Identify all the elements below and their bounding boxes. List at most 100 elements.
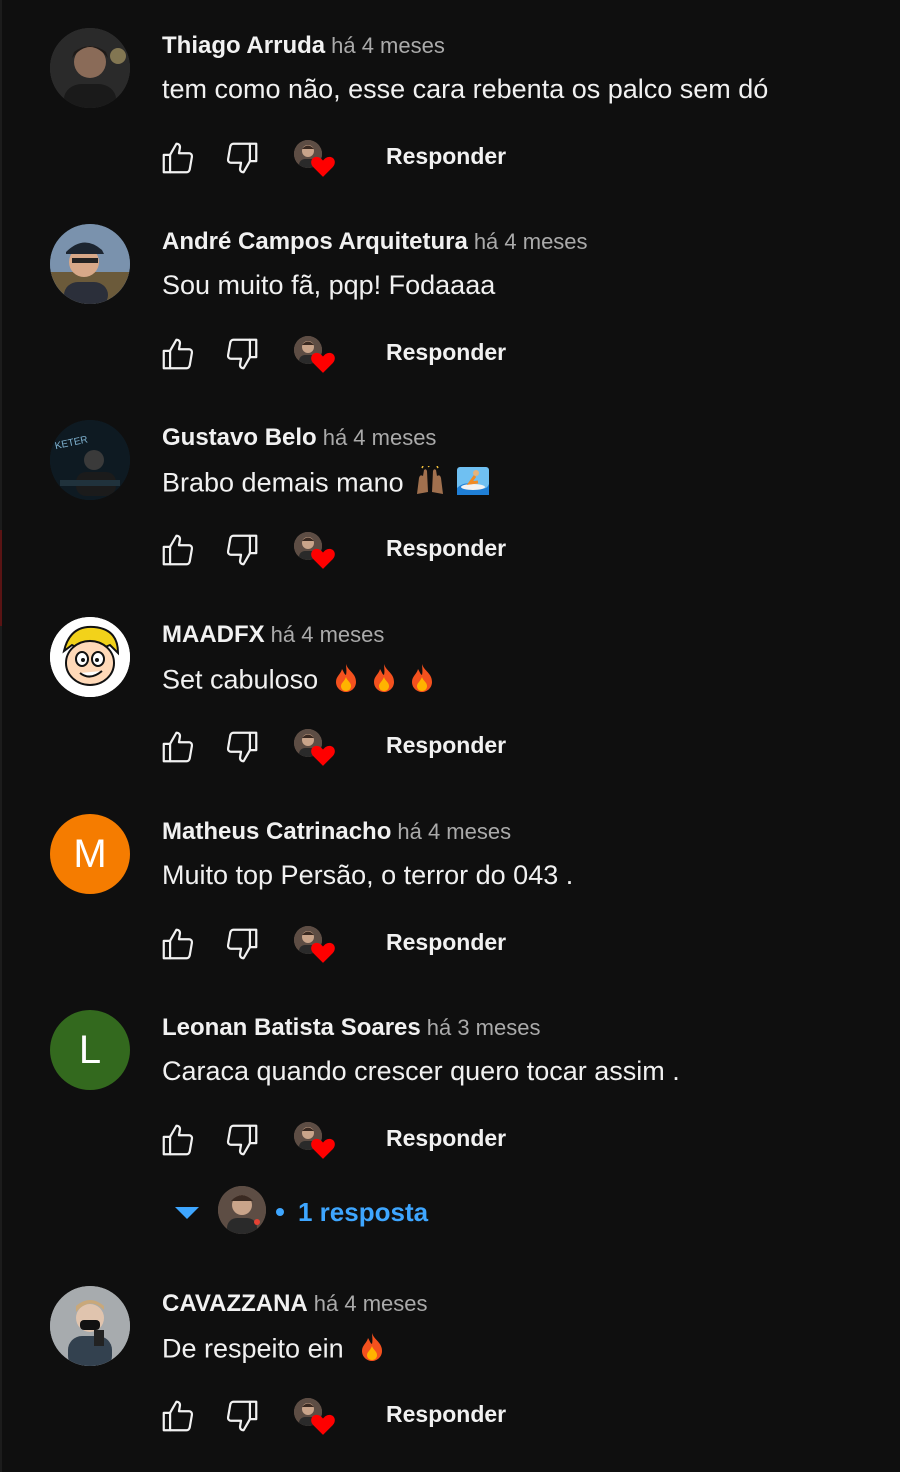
thumbs-up-icon <box>162 338 194 370</box>
comment-actions: Responder <box>158 138 558 178</box>
creator-heart-icon <box>292 1122 338 1162</box>
dislike-button[interactable] <box>222 530 262 570</box>
thumbs-down-icon <box>226 1124 258 1156</box>
comment-thread: CAVAZZANA há 4 meses De respeito ein Resp… <box>0 1258 900 1448</box>
comment-author[interactable]: CAVAZZANA <box>162 1290 308 1317</box>
creator-heart-icon <box>292 140 338 180</box>
fire-emoji <box>332 663 360 700</box>
avatar[interactable] <box>50 1286 130 1366</box>
dislike-button[interactable] <box>222 334 262 374</box>
separator-dot <box>276 1208 284 1216</box>
avatar[interactable]: M <box>50 814 130 894</box>
comment-actions: Responder <box>158 1120 558 1160</box>
comment-text: Set cabuloso <box>162 663 436 700</box>
reply-button[interactable]: Responder <box>386 1125 506 1152</box>
comment-timestamp[interactable]: há 3 meses <box>427 1015 541 1040</box>
comment-actions: Responder <box>158 334 558 374</box>
fire-emoji <box>408 663 436 700</box>
avatar[interactable]: L <box>50 1010 130 1090</box>
comment-author[interactable]: Gustavo Belo <box>162 424 317 451</box>
dislike-button[interactable] <box>222 138 262 178</box>
reply-button[interactable]: Responder <box>386 732 506 759</box>
thumbs-down-icon <box>226 731 258 763</box>
creator-heart-icon <box>292 926 338 966</box>
avatar[interactable]: KETER <box>50 420 130 500</box>
avatar-letter: M <box>73 831 107 876</box>
caret-down-icon <box>175 1207 199 1219</box>
comments-section: Thiago Arruda há 4 meses tem como não, es… <box>0 0 900 1472</box>
avatar[interactable] <box>50 224 130 304</box>
comment-text-content: De respeito ein <box>162 1333 344 1364</box>
thumbs-up-icon <box>162 1124 194 1156</box>
comment-actions: Responder <box>158 727 558 767</box>
avatar[interactable] <box>50 28 130 108</box>
reply-button[interactable]: Responder <box>386 1401 506 1428</box>
comment-text: tem como não, esse cara rebenta os palco… <box>162 74 769 104</box>
avatar[interactable] <box>50 617 130 697</box>
dislike-button[interactable] <box>222 1396 262 1436</box>
comment-author[interactable]: André Campos Arquitetura <box>162 228 468 255</box>
comment-actions: Responder <box>158 530 558 570</box>
thumbs-up-icon <box>162 142 194 174</box>
creator-heart-icon <box>292 532 338 572</box>
like-button[interactable] <box>158 1120 198 1160</box>
like-button[interactable] <box>158 924 198 964</box>
thumbs-up-icon <box>162 534 194 566</box>
comment-timestamp[interactable]: há 4 meses <box>397 819 511 844</box>
replies-count-label[interactable]: 1 resposta <box>298 1197 428 1228</box>
creator-heart-icon <box>292 729 338 769</box>
comment-text: Brabo demais mano <box>162 464 490 503</box>
comment-timestamp[interactable]: há 4 meses <box>331 33 445 58</box>
like-button[interactable] <box>158 1396 198 1436</box>
comment-text: Sou muito fã, pqp! Fodaaaa <box>162 270 496 300</box>
comment-author[interactable]: MAADFX <box>162 621 265 648</box>
raised-hands-emoji <box>414 464 446 503</box>
avatar-letter: L <box>78 1027 102 1072</box>
fire-emoji <box>358 1332 386 1369</box>
reply-button[interactable]: Responder <box>386 143 506 170</box>
surfer-emoji <box>456 466 490 503</box>
comment-actions: Responder <box>158 924 558 964</box>
like-button[interactable] <box>158 530 198 570</box>
comment-actions: Responder <box>158 1396 558 1436</box>
thumbs-up-icon <box>162 928 194 960</box>
creator-heart-icon <box>292 336 338 376</box>
comment-timestamp[interactable]: há 4 meses <box>271 622 385 647</box>
like-button[interactable] <box>158 334 198 374</box>
comment-timestamp[interactable]: há 4 meses <box>474 229 588 254</box>
comment-thread: MAADFX há 4 meses Set cabuloso Responder <box>0 589 900 779</box>
comment-timestamp[interactable]: há 4 meses <box>323 425 437 450</box>
comment-timestamp[interactable]: há 4 meses <box>314 1291 428 1316</box>
view-replies-button[interactable]: 1 resposta <box>172 1184 572 1236</box>
thumbs-down-icon <box>226 928 258 960</box>
thumbs-up-icon <box>162 1400 194 1432</box>
comment-text-content: Set cabuloso <box>162 664 319 695</box>
comment-text: Caraca quando crescer quero tocar assim … <box>162 1056 680 1086</box>
reply-author-avatar <box>218 1186 266 1234</box>
comment-author[interactable]: Matheus Catrinacho <box>162 818 391 845</box>
fire-emoji <box>370 663 398 700</box>
thumbs-down-icon <box>226 534 258 566</box>
reply-button[interactable]: Responder <box>386 339 506 366</box>
comment-author[interactable]: Leonan Batista Soares <box>162 1014 421 1041</box>
comment-thread: André Campos Arquitetura há 4 meses Sou m… <box>0 196 900 386</box>
dislike-button[interactable] <box>222 924 262 964</box>
like-button[interactable] <box>158 138 198 178</box>
thumbs-down-icon <box>226 142 258 174</box>
dislike-button[interactable] <box>222 1120 262 1160</box>
comment-thread: Thiago Arruda há 4 meses tem como não, es… <box>0 0 900 190</box>
thumbs-up-icon <box>162 731 194 763</box>
comment-thread: KETER Gustavo Belo há 4 meses Brabo demai… <box>0 392 900 582</box>
reply-button[interactable]: Responder <box>386 929 506 956</box>
comment-author[interactable]: Thiago Arruda <box>162 32 325 59</box>
comment-text: De respeito ein <box>162 1332 386 1369</box>
dislike-button[interactable] <box>222 727 262 767</box>
comment-text: Muito top Persão, o terror do 043 . <box>162 860 574 890</box>
comment-text-content: Brabo demais mano <box>162 467 404 498</box>
thumbs-down-icon <box>226 1400 258 1432</box>
creator-heart-icon <box>292 1398 338 1438</box>
like-button[interactable] <box>158 727 198 767</box>
comment-thread: L Leonan Batista Soares há 3 meses Caraca… <box>0 982 900 1172</box>
reply-button[interactable]: Responder <box>386 535 506 562</box>
thumbs-down-icon <box>226 338 258 370</box>
